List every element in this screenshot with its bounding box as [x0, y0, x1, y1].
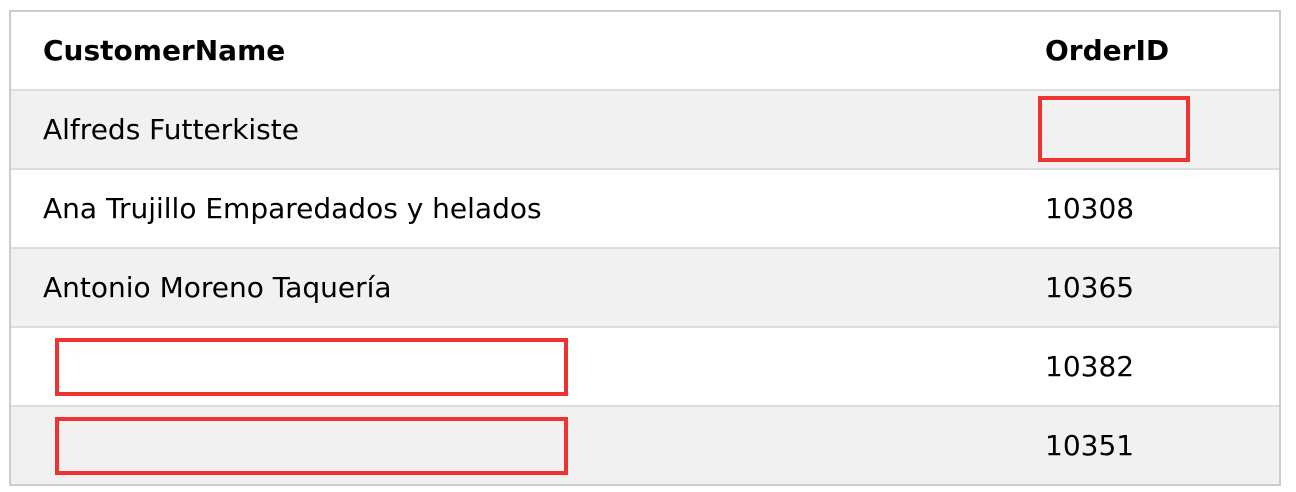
customer-name-cell: Antonio Moreno Taquería — [43, 271, 392, 304]
customer-name-cell: Ana Trujillo Emparedados y helados — [43, 192, 542, 225]
table-row: Ana Trujillo Emparedados y helados 10308 — [11, 169, 1279, 248]
redaction-box — [1038, 96, 1190, 162]
column-header-customer-name: CustomerName — [43, 34, 286, 67]
customer-name-cell — [11, 327, 983, 406]
table-row: Alfreds Futterkiste — [11, 90, 1279, 169]
order-id-cell: 10308 — [1045, 192, 1135, 225]
table-row: 10382 — [11, 327, 1279, 406]
order-id-cell: 10382 — [1045, 350, 1135, 383]
order-id-cell — [983, 90, 1279, 169]
table-row: 10351 — [11, 406, 1279, 484]
redaction-box — [55, 417, 568, 475]
redaction-box — [55, 338, 568, 396]
customer-name-cell: Alfreds Futterkiste — [43, 113, 299, 146]
column-header-order-id: OrderID — [1045, 34, 1170, 67]
table-row: Antonio Moreno Taquería 10365 — [11, 248, 1279, 327]
orders-table: CustomerName OrderID Alfreds Futterkiste… — [11, 12, 1279, 484]
customer-name-cell — [11, 406, 983, 484]
order-id-cell: 10365 — [1045, 271, 1135, 304]
order-id-cell: 10351 — [1045, 429, 1135, 462]
table-header-row: CustomerName OrderID — [11, 12, 1279, 90]
orders-table-container: CustomerName OrderID Alfreds Futterkiste… — [9, 10, 1281, 486]
